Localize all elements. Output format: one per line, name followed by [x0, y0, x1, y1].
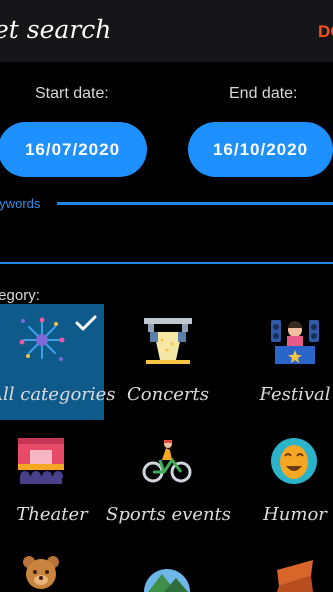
category-tile-label: Humor: [263, 504, 327, 525]
category-tile-kids[interactable]: [0, 548, 104, 592]
food-icon: [277, 560, 313, 592]
category-tile-label: Sports events: [106, 504, 232, 525]
stage-lights-icon: [144, 318, 192, 364]
keywords-input[interactable]: [0, 212, 333, 262]
category-tile-label: All categories: [0, 384, 116, 405]
category-tile-label: Concerts: [126, 384, 209, 405]
top-app-bar: et search DO: [0, 0, 333, 62]
comedy-mask-icon: [271, 438, 317, 484]
category-label: tegory:: [0, 287, 40, 304]
end-date-button[interactable]: 16/10/2020: [188, 122, 333, 177]
category-tile-festival[interactable]: Festival: [243, 304, 333, 420]
dj-booth-icon: [271, 320, 319, 364]
category-tile-all[interactable]: All categories: [0, 304, 116, 420]
start-date-label: Start date:: [35, 85, 109, 102]
category-tile-theater[interactable]: Theater: [0, 428, 104, 544]
category-tile-concerts[interactable]: Concerts: [116, 304, 220, 420]
theater-curtain-icon: [18, 438, 64, 484]
cyclist-icon: [142, 440, 192, 483]
fireworks-icon: [19, 317, 65, 361]
keywords-divider: [57, 202, 333, 205]
done-button[interactable]: DO: [318, 22, 333, 42]
start-date-button[interactable]: 16/07/2020: [0, 122, 147, 177]
category-tile-sports[interactable]: Sports events: [106, 428, 231, 544]
checkmark-icon: [75, 315, 97, 331]
end-date-label: End date:: [229, 85, 298, 102]
category-tile-food[interactable]: [243, 548, 333, 592]
page-title: et search: [0, 15, 112, 44]
keywords-input-underline: [0, 262, 333, 264]
keywords-label: eywords: [0, 196, 41, 211]
category-tile-nature[interactable]: [116, 548, 220, 592]
category-tile-label: Festival: [259, 384, 331, 405]
category-tile-label: Theater: [16, 504, 88, 525]
landscape-icon: [144, 569, 190, 592]
teddy-bear-icon: [23, 556, 59, 589]
category-tile-humor[interactable]: Humor: [243, 428, 333, 544]
